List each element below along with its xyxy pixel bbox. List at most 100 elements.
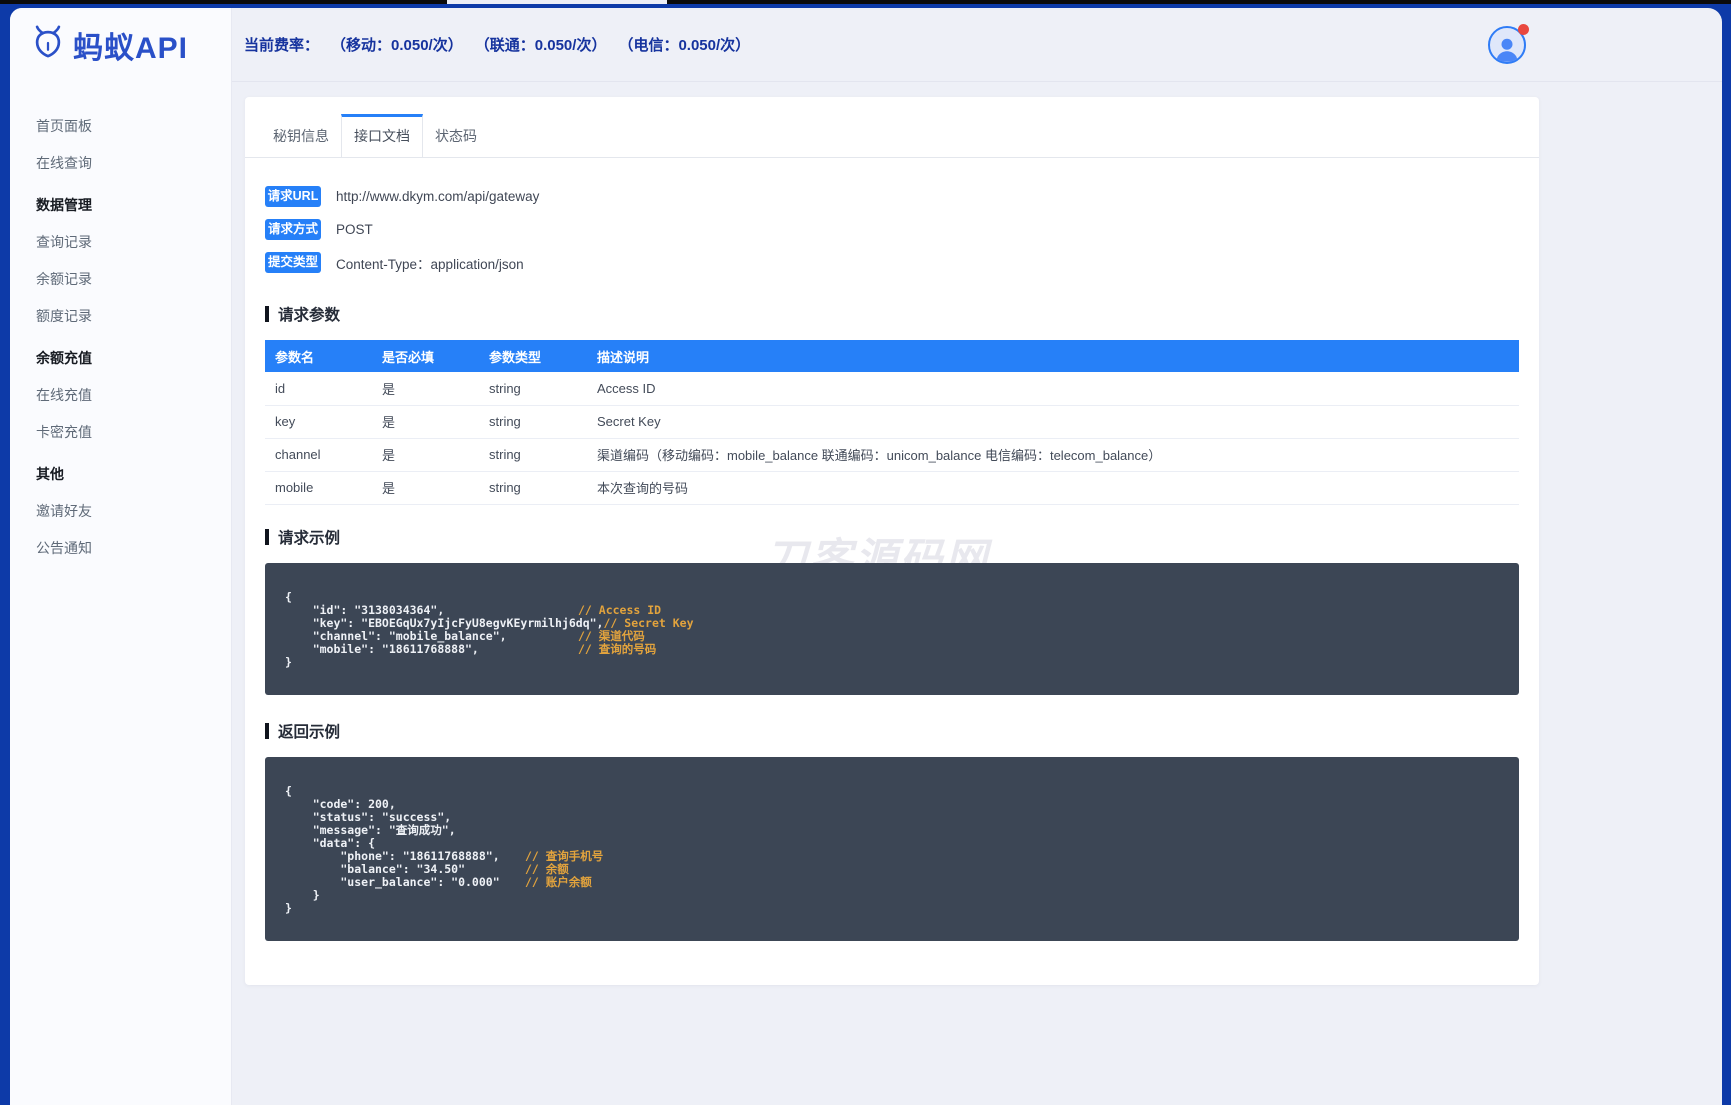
sidebar-section-label: 数据管理: [36, 197, 92, 213]
sidebar: 蚂蚁API 首页面板 在线查询数据管理查询记录 余额记录 额度记录余额充值在线充值 卡密…: [10, 8, 232, 1105]
sidebar-nav-item[interactable]: 在线充值: [10, 377, 231, 414]
code-comment: // 账户余额: [525, 874, 592, 889]
section-bar: [265, 306, 269, 322]
params-header-row: 参数名 是否必填 参数类型 描述说明: [265, 340, 1519, 372]
code-comment: // 渠道代码: [578, 628, 645, 643]
fee-bar: 当前费率： （移动：0.050/次） （联通：0.050/次） （电信：0.050/…: [244, 34, 750, 55]
meta-list: 请求URL http://www.dkym.com/api/gateway 请求…: [265, 186, 1519, 273]
code-line: "user_balance": "0.000" // 账户余额: [285, 874, 1499, 889]
fee-label: 当前费率：: [244, 37, 320, 54]
code-line: "phone": "18611768888", // 查询手机号: [285, 848, 1499, 863]
code-comment: // Access ID: [578, 602, 662, 617]
top-header: 当前费率： （移动：0.050/次） （联通：0.050/次） （电信：0.050/…: [232, 8, 1722, 82]
params-column-header: 参数类型: [479, 340, 587, 372]
sidebar-nav-item[interactable]: 公告通知: [10, 530, 231, 567]
table-row: mobile 是 string 本次查询的号码: [265, 471, 1519, 505]
main-area: 当前费率： （移动：0.050/次） （联通：0.050/次） （电信：0.050/…: [232, 8, 1722, 1105]
code-line: "id": "3138034364", // Access ID: [285, 602, 1499, 617]
code-text: "balance": "34.50": [285, 861, 466, 876]
table-row: channel 是 string 渠道编码（移动编码：mobile_balanc…: [265, 438, 1519, 472]
meta-value: http://www.dkym.com/api/gateway: [336, 189, 540, 204]
cell-description: 渠道编码（移动编码：mobile_balance 联通编码：unicom_bal…: [587, 438, 1519, 472]
sidebar-section-label: 余额充值: [36, 350, 92, 366]
code-comment: // 查询的号码: [578, 641, 657, 656]
code-text: }: [285, 900, 292, 915]
meta-value: POST: [336, 222, 373, 237]
table-row: key 是 string Secret Key: [265, 405, 1519, 439]
sidebar-nav-item[interactable]: 余额记录: [10, 261, 231, 298]
code-text: "status": "success",: [285, 809, 452, 824]
meta-value: Content-Type：application/json: [336, 256, 524, 272]
code-text: "message": "查询成功",: [285, 822, 456, 837]
code-line: "key": "EBOEGqUx7yIjcFyU8egvKEyrmilhj6dq…: [285, 615, 1499, 630]
code-line: "mobile": "18611768888", // 查询的号码: [285, 641, 1499, 656]
tab-item[interactable]: 接口文档: [341, 114, 423, 157]
request-example-title: 请求示例: [265, 526, 1519, 548]
code-text: "mobile": "18611768888",: [285, 641, 479, 656]
params-column-header: 是否必填: [372, 340, 479, 372]
logo[interactable]: 蚂蚁API: [10, 8, 231, 82]
app-window: 蚂蚁API 首页面板 在线查询数据管理查询记录 余额记录 额度记录余额充值在线充值 卡密…: [10, 8, 1722, 1105]
cell-type: string: [479, 438, 587, 472]
user-avatar[interactable]: [1488, 23, 1529, 64]
params-table: 参数名 是否必填 参数类型 描述说明 id 是 string Access ID ke…: [265, 340, 1519, 505]
section-bar: [265, 528, 269, 545]
code-line: }: [285, 887, 1499, 902]
response-code-block: { "code": 200, "status": "success", "mes…: [265, 756, 1519, 941]
cell-description: Access ID: [587, 372, 1519, 406]
code-line: "balance": "34.50" // 余额: [285, 861, 1499, 876]
code-line: }: [285, 654, 1499, 669]
sidebar-nav-item[interactable]: 查询记录: [10, 224, 231, 261]
code-comment: // 余额: [525, 861, 569, 876]
params-section-title: 请求参数: [265, 303, 1519, 325]
tab-item[interactable]: 状态码: [423, 114, 489, 157]
sidebar-nav: 首页面板 在线查询 数据管理 查询记录 余额记录 额度记录 余额充值 在线充值 卡密充值 其他 邀请…: [10, 82, 231, 567]
params-column-header: 描述说明: [587, 340, 1519, 372]
code-line: "message": "查询成功",: [285, 822, 1499, 837]
cell-param-name: id: [265, 372, 372, 406]
code-text: "user_balance": "0.000": [285, 874, 500, 889]
ant-logo-icon: [30, 25, 66, 66]
meta-badge: 提交类型: [265, 252, 321, 273]
code-text: }: [285, 887, 320, 902]
cell-required: 是: [372, 405, 479, 439]
meta-badge: 请求URL: [265, 186, 321, 207]
fee-rate-item: （电信：0.050/次）: [618, 37, 751, 54]
code-text: "channel": "mobile_balance",: [285, 628, 507, 643]
sidebar-nav-item[interactable]: 额度记录: [10, 298, 231, 335]
cell-type: string: [479, 372, 587, 406]
cell-param-name: channel: [265, 438, 372, 472]
cell-type: string: [479, 471, 587, 505]
fee-rate-item: （联通：0.050/次）: [474, 37, 607, 54]
logo-text: 蚂蚁API: [73, 32, 189, 65]
table-row: id 是 string Access ID: [265, 372, 1519, 406]
cell-required: 是: [372, 471, 479, 505]
request-title-text: 请求示例: [278, 529, 341, 547]
cell-param-name: key: [265, 405, 372, 439]
tab-bar: 秘钥信息 接口文档 状态码: [245, 97, 1539, 158]
response-title-text: 返回示例: [278, 723, 341, 741]
code-text: "key": "EBOEGqUx7yIjcFyU8egvKEyrmilhj6dq…: [285, 615, 604, 630]
tab-item[interactable]: 秘钥信息: [261, 114, 341, 157]
fee-rate-item: （移动：0.050/次）: [331, 37, 463, 54]
sidebar-nav-item[interactable]: 邀请好友: [10, 493, 231, 530]
response-example-title: 返回示例: [265, 720, 1519, 742]
sidebar-nav-item[interactable]: 卡密充值: [10, 414, 231, 451]
request-code-block: { "id": "3138034364", // Access ID "key":…: [265, 562, 1519, 695]
meta-row: 提交类型 Content-Type：application/json: [265, 252, 1519, 273]
code-line: "data": {: [285, 836, 1499, 850]
top-artifact-strip: [0, 0, 1731, 4]
code-line: "code": 200,: [285, 797, 1499, 811]
code-text: }: [285, 654, 292, 669]
sidebar-nav-item[interactable]: 在线查询: [10, 145, 231, 182]
fee-rates: （移动：0.050/次） （联通：0.050/次） （电信：0.050/次）: [331, 34, 750, 55]
notification-dot: [1518, 23, 1529, 35]
code-comment: // 查询手机号: [525, 848, 604, 863]
section-bar: [265, 722, 269, 739]
sidebar-nav-item[interactable]: 首页面板: [10, 108, 231, 145]
cell-param-name: mobile: [265, 471, 372, 505]
code-line: }: [285, 900, 1499, 915]
cell-required: 是: [372, 438, 479, 472]
params-column-header: 参数名: [265, 340, 372, 372]
doc-card: 刀客源码网 秘钥信息 接口文档 状态码 请求URL http://www.dkym.…: [245, 97, 1539, 985]
